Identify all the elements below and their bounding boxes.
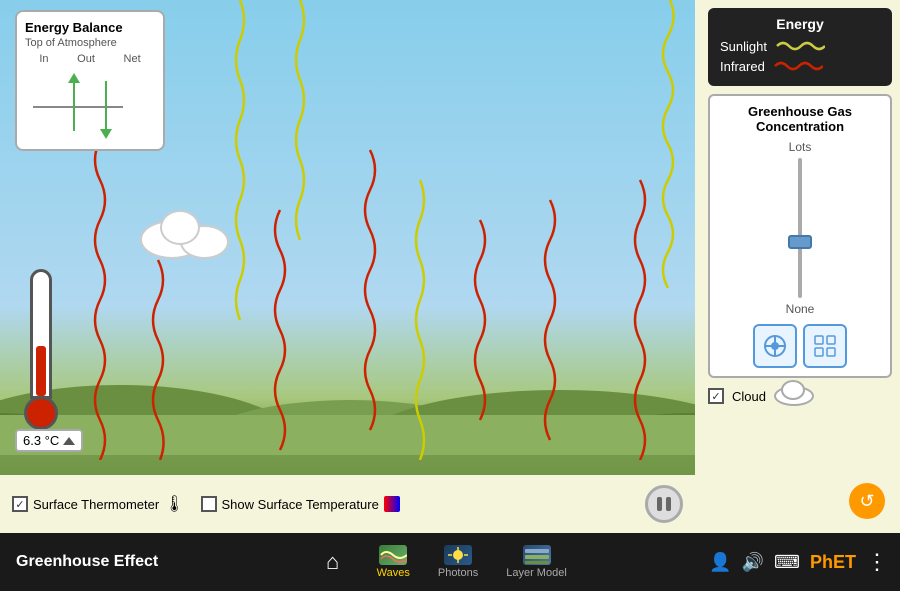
ghg-buttons bbox=[718, 324, 882, 368]
energy-legend-title: Energy bbox=[720, 16, 880, 32]
refresh-icon: ↺ bbox=[859, 491, 874, 512]
nav-tab-waves[interactable]: Waves bbox=[363, 541, 424, 583]
ghg-button-add[interactable] bbox=[753, 324, 797, 368]
show-surface-temp-label: Show Surface Temperature bbox=[222, 497, 379, 512]
menu-icon[interactable]: ⋮ bbox=[866, 549, 888, 575]
energy-arrow-up bbox=[73, 81, 75, 131]
pause-bar-right bbox=[666, 497, 671, 511]
app-title: Greenhouse Effect bbox=[0, 553, 174, 571]
cloud-object bbox=[130, 210, 240, 255]
keyboard-icon[interactable]: ⌨ bbox=[774, 552, 800, 573]
ghg-slider-track[interactable] bbox=[798, 158, 802, 298]
photons-tab-icon bbox=[444, 545, 472, 565]
energy-balance-subtitle: Top of Atmosphere bbox=[25, 37, 155, 49]
refresh-button[interactable]: ↺ bbox=[849, 483, 885, 519]
energy-h-line bbox=[33, 106, 123, 108]
show-surface-temp-checkbox-item[interactable]: Show Surface Temperature bbox=[201, 496, 400, 512]
show-surface-temp-checkbox[interactable] bbox=[201, 496, 217, 512]
surface-thermometer-label: Surface Thermometer bbox=[33, 497, 159, 512]
infrared-legend-row: Infrared bbox=[720, 58, 880, 74]
right-panel: Energy Sunlight Infrared Greenhouse Gas … bbox=[700, 0, 900, 510]
photons-tab-image bbox=[444, 545, 472, 565]
surface-thermometer-checkbox[interactable] bbox=[12, 496, 28, 512]
add-molecule-icon bbox=[763, 334, 787, 358]
ghg-concentration-box: Greenhouse Gas Concentration Lots None bbox=[708, 94, 892, 378]
col-net: Net bbox=[124, 53, 141, 65]
sunlight-label: Sunlight bbox=[720, 39, 767, 54]
energy-arrows-display bbox=[25, 71, 155, 141]
ghg-none-label: None bbox=[786, 302, 815, 316]
layer-model-tab-icon bbox=[523, 545, 551, 565]
thermometer-bulb bbox=[24, 396, 58, 430]
ghg-button-grid[interactable] bbox=[803, 324, 847, 368]
cloud-checkbox[interactable] bbox=[708, 388, 724, 404]
cloud-shape bbox=[130, 210, 240, 255]
col-in: In bbox=[39, 53, 48, 65]
ghg-lots-label: Lots bbox=[789, 140, 812, 154]
person-icon[interactable]: 👤 bbox=[709, 552, 731, 573]
col-out: Out bbox=[77, 53, 95, 65]
thermometer-body bbox=[30, 269, 52, 399]
surface-thermometer-checkbox-item[interactable]: Surface Thermometer 🌡 bbox=[12, 494, 185, 514]
sunlight-legend-row: Sunlight bbox=[720, 38, 880, 54]
layer-model-tab-label: Layer Model bbox=[506, 567, 567, 579]
toolbar-right: 👤 🔊 ⌨ PhET ⋮ bbox=[709, 549, 900, 575]
waves-tab-label: Waves bbox=[377, 567, 410, 579]
waves-tab-icon bbox=[379, 545, 407, 565]
energy-balance-title: Energy Balance bbox=[25, 20, 155, 35]
cloud-icon bbox=[774, 386, 814, 406]
ghg-slider-thumb[interactable] bbox=[788, 235, 812, 249]
sound-icon[interactable]: 🔊 bbox=[742, 552, 764, 573]
waves-tab-image bbox=[379, 545, 407, 565]
nav-tab-layer-model[interactable]: Layer Model bbox=[492, 541, 581, 583]
infrared-wave-icon bbox=[773, 58, 823, 74]
nav-tabs: ⌂ Waves Photons bbox=[174, 541, 709, 583]
nav-tab-photons[interactable]: Photons bbox=[424, 541, 492, 583]
temperature-value: 6.3 °C bbox=[23, 433, 59, 448]
controls-bar: Surface Thermometer 🌡 Show Surface Tempe… bbox=[0, 475, 695, 533]
nav-tab-home[interactable]: ⌂ bbox=[303, 545, 363, 579]
energy-balance-panel: Energy Balance Top of Atmosphere In Out … bbox=[15, 10, 165, 151]
pause-icon bbox=[657, 497, 671, 511]
home-icon: ⌂ bbox=[326, 549, 339, 575]
cloud-top bbox=[160, 210, 200, 245]
photons-tab-label: Photons bbox=[438, 567, 478, 579]
temperature-up-arrow[interactable] bbox=[63, 437, 75, 445]
ghg-slider-container: Lots None bbox=[718, 140, 882, 316]
simulation-area: Energy Balance Top of Atmosphere In Out … bbox=[0, 0, 695, 510]
pause-bar-left bbox=[657, 497, 662, 511]
cloud-label: Cloud bbox=[732, 389, 766, 404]
surface-temp-color-icon bbox=[384, 496, 400, 512]
thermometer-icon: 🌡 bbox=[164, 494, 184, 514]
pause-button[interactable] bbox=[645, 485, 683, 523]
phet-logo: PhET bbox=[810, 552, 856, 573]
energy-arrow-down bbox=[105, 81, 107, 131]
layer-model-tab-image bbox=[523, 545, 551, 565]
grid-molecules-icon bbox=[813, 334, 837, 358]
sunlight-wave-icon bbox=[775, 38, 825, 54]
bottom-toolbar: Greenhouse Effect ⌂ Waves bbox=[0, 533, 900, 591]
thermometer-fill bbox=[36, 346, 46, 396]
energy-balance-columns: In Out Net bbox=[25, 53, 155, 65]
ghg-title: Greenhouse Gas Concentration bbox=[718, 104, 882, 134]
infrared-label: Infrared bbox=[720, 59, 765, 74]
thermometer bbox=[30, 269, 58, 430]
cloud-checkbox-row[interactable]: Cloud bbox=[708, 386, 892, 406]
temperature-display: 6.3 °C bbox=[15, 429, 83, 452]
energy-legend-box: Energy Sunlight Infrared bbox=[708, 8, 892, 86]
